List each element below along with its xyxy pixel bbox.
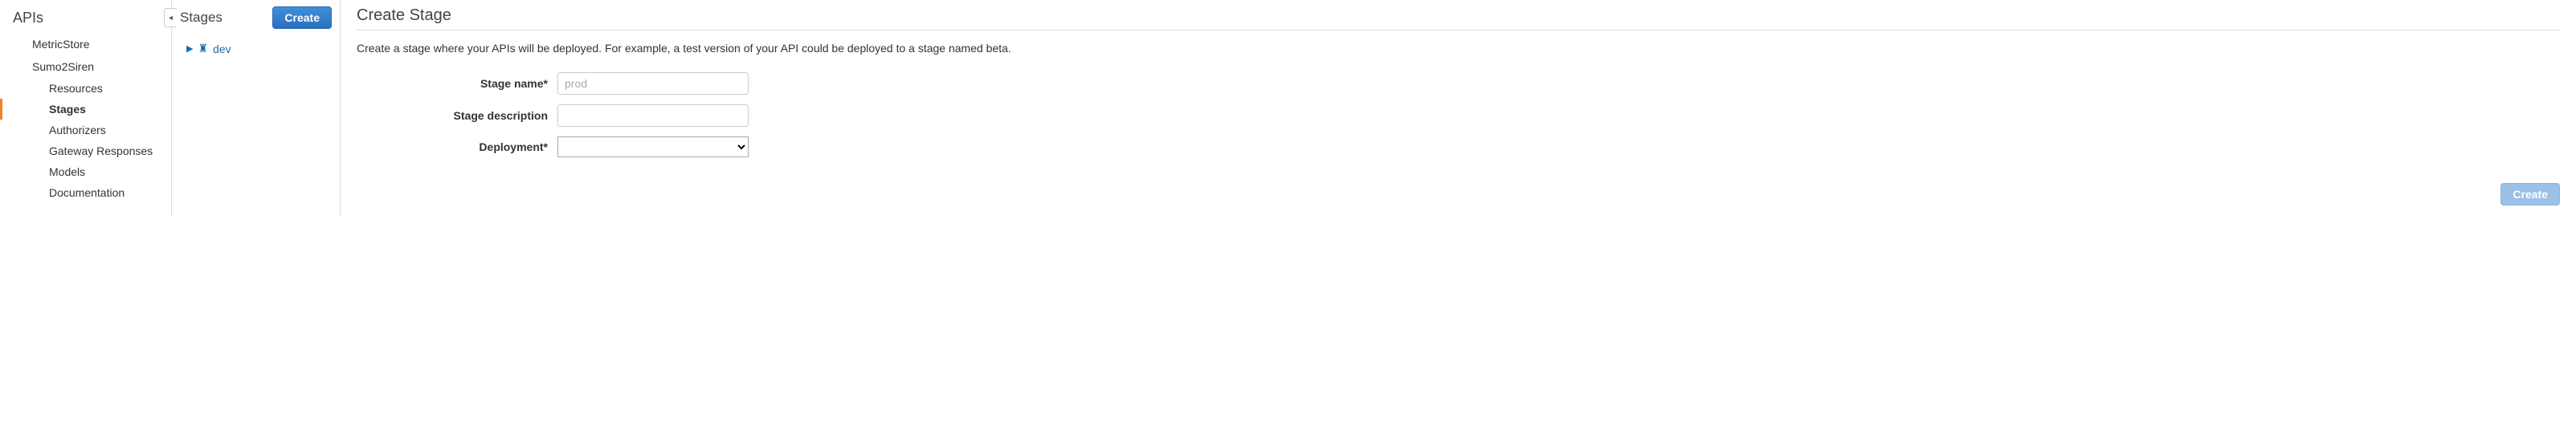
stage-name-label: dev: [213, 43, 231, 55]
stage-tree: ▶ ♜ dev: [180, 35, 332, 55]
deployment-icon: ♜: [198, 42, 208, 55]
left-sidebar: APIs MetricStore Sumo2Siren Resources St…: [0, 0, 172, 217]
submit-create-button[interactable]: Create: [2500, 183, 2560, 205]
stages-panel-title: Stages: [180, 10, 222, 26]
create-stage-button[interactable]: Create: [272, 6, 332, 29]
form-row-stage-name: Stage name*: [357, 72, 2560, 95]
sidebar-heading: APIs: [0, 6, 171, 33]
stages-panel: ◂ Stages Create ▶ ♜ dev: [172, 0, 341, 217]
sidebar-item-resources[interactable]: Resources: [0, 78, 171, 99]
stage-name-input[interactable]: [557, 72, 749, 95]
form-row-stage-description: Stage description: [357, 104, 2560, 127]
api-item-sumo2siren[interactable]: Sumo2Siren: [0, 55, 171, 78]
sidebar-item-gateway-responses[interactable]: Gateway Responses: [0, 140, 171, 161]
sidebar-item-models[interactable]: Models: [0, 161, 171, 182]
page-title: Create Stage: [357, 6, 2560, 30]
sidebar-item-documentation[interactable]: Documentation: [0, 182, 171, 203]
sidebar-item-stages[interactable]: Stages: [0, 99, 171, 120]
stage-description-label: Stage description: [357, 109, 557, 122]
caret-right-icon: ▶: [186, 43, 193, 54]
chevron-left-icon: ◂: [169, 14, 173, 22]
deployment-label: Deployment*: [357, 140, 557, 153]
deployment-select[interactable]: [557, 136, 749, 157]
stage-description-input[interactable]: [557, 104, 749, 127]
stage-name-label: Stage name*: [357, 77, 557, 90]
form-row-deployment: Deployment*: [357, 136, 2560, 157]
main-content: Create Stage Create a stage where your A…: [341, 0, 2576, 217]
footer-actions: Create: [2500, 183, 2560, 205]
api-item-metricstore[interactable]: MetricStore: [0, 33, 171, 55]
page-description: Create a stage where your APIs will be d…: [357, 42, 2560, 55]
sidebar-item-authorizers[interactable]: Authorizers: [0, 120, 171, 140]
stages-panel-header: Stages Create: [180, 6, 332, 35]
stage-tree-item-dev[interactable]: ▶ ♜ dev: [186, 42, 332, 55]
collapse-sidebar-button[interactable]: ◂: [164, 8, 177, 27]
